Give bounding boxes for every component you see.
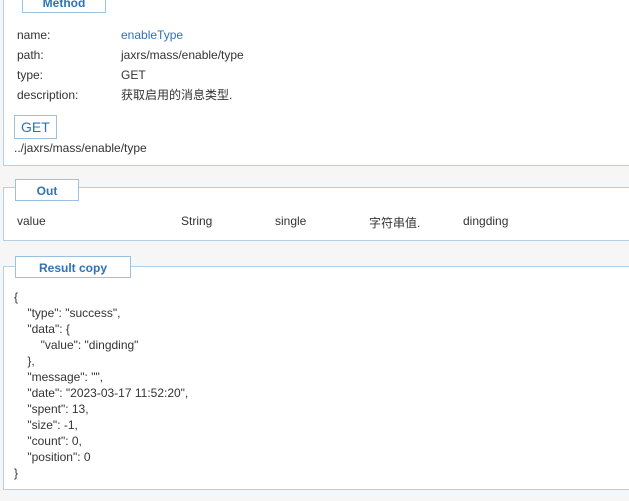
type-value: GET: [121, 68, 146, 82]
type-label: type:: [17, 68, 44, 82]
out-example: dingding: [463, 214, 509, 228]
out-multiplicity: single: [275, 214, 307, 228]
out-type: String: [181, 214, 213, 228]
description-value: 获取启用的消息类型.: [121, 88, 233, 102]
result-panel: Result copy { "type": "success", "data":…: [3, 256, 629, 490]
method-url: ../jaxrs/mass/enable/type: [14, 141, 147, 155]
name-label: name:: [17, 28, 51, 42]
out-legend: Out: [15, 179, 79, 201]
name-value[interactable]: enableType: [121, 26, 183, 44]
method-legend: Method: [22, 0, 106, 13]
result-copy-legend[interactable]: Result copy: [15, 256, 131, 278]
result-json: { "type": "success", "data": { "value": …: [14, 290, 189, 480]
get-method-button[interactable]: GET: [14, 115, 57, 139]
out-description: 字符串值.: [369, 216, 421, 230]
out-name: value: [17, 214, 46, 228]
method-panel: Method name: enableType path: jaxrs/mass…: [3, 0, 629, 166]
path-label: path:: [17, 48, 44, 62]
description-label: description:: [17, 88, 79, 102]
path-value: jaxrs/mass/enable/type: [121, 48, 244, 62]
out-panel: Out value String single 字符串值. dingding: [3, 179, 629, 241]
